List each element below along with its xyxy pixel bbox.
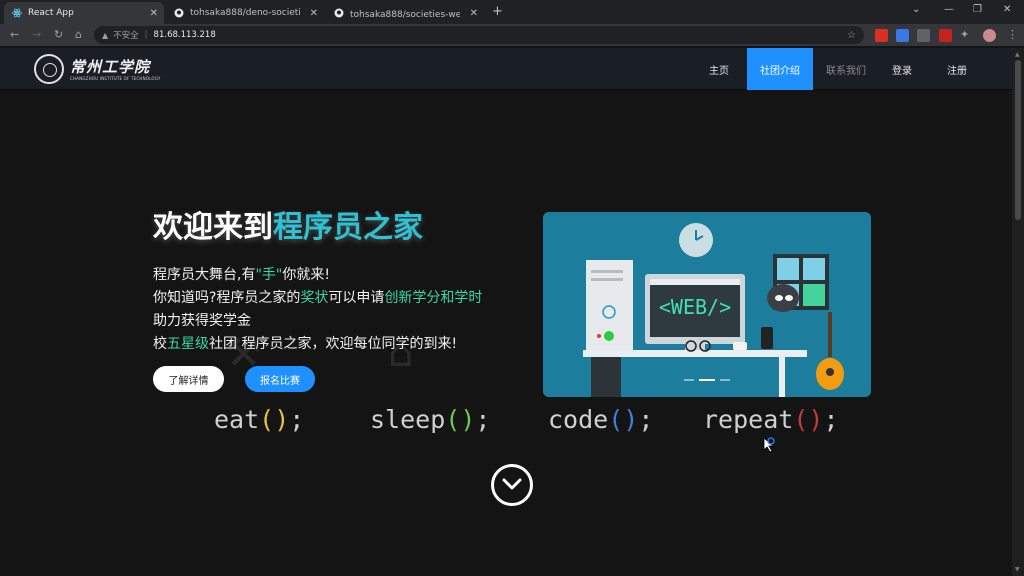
scroll-up-icon[interactable]: ▲ [1015, 51, 1020, 58]
new-tab-icon[interactable]: + [492, 4, 503, 19]
code-semicolon: ; [289, 405, 305, 434]
nav-club-intro[interactable]: 社团介绍 [747, 48, 813, 90]
carousel-dots [684, 379, 730, 381]
mouse-cursor-icon [763, 437, 775, 453]
hero-star: 五星级 [167, 336, 209, 352]
nav-register[interactable]: 注册 [925, 48, 1012, 90]
code-word: code [548, 405, 609, 434]
github-icon [334, 8, 344, 18]
code-paren-close: ) [274, 405, 290, 434]
logo-en-text: CHANGZHOU INSTITUTE OF TECHNOLOGY [70, 75, 161, 81]
extension-icon[interactable] [939, 29, 952, 42]
tab-react-app[interactable]: React App ✕ [4, 2, 164, 24]
code-word: eat [214, 405, 260, 434]
bookmark-star-icon[interactable]: ☆ [847, 30, 856, 41]
hero-title: 欢迎来到程序员之家 [153, 202, 423, 246]
carousel-dot[interactable] [720, 379, 730, 381]
close-icon[interactable]: ✕ [150, 8, 158, 19]
hero-line2-a: 你知道吗?程序员之家的 [153, 290, 301, 306]
hero-description: 程序员大舞台,有"手"你就来! 你知道吗?程序员之家的奖状可以申请创新学分和学时… [153, 264, 493, 356]
github-icon [174, 8, 184, 18]
avatar[interactable] [983, 29, 996, 42]
url-input[interactable]: ▲ 不安全 | 81.68.113.218 ☆ [94, 26, 864, 44]
forward-icon[interactable]: → [32, 28, 41, 41]
hero-line2-b: 可以申请 [328, 290, 385, 306]
extension-icon[interactable] [875, 29, 888, 42]
main-nav: 主页 社团介绍 联系我们 登录 注册 [691, 48, 1012, 90]
page-scrollbar[interactable]: ▲ ▼ [1012, 48, 1024, 576]
react-icon [12, 8, 22, 18]
code-sleep: sleep(); [370, 405, 490, 434]
translate-icon[interactable] [896, 29, 909, 42]
code-eat: eat(); [214, 405, 304, 434]
learn-more-button[interactable]: 了解详情 [153, 366, 224, 392]
code-paren-close: ) [460, 405, 476, 434]
restore-icon[interactable]: ❐ [973, 4, 982, 15]
scroll-thumb[interactable] [1015, 60, 1021, 220]
hero-credit: 创新学分和学时 [384, 290, 483, 306]
tab-github-deno[interactable]: tohsaka888/deno-societies-serve ✕ [166, 2, 324, 24]
tab-label: tohsaka888/societies-web: 程序员 [350, 9, 460, 20]
hero-line3-a: 校 [153, 336, 167, 352]
tab-search-icon[interactable]: ⌄ [912, 4, 920, 15]
monitor-web-text: <WEB/> [659, 295, 731, 319]
browser-tab-bar: React App ✕ tohsaka888/deno-societies-se… [0, 0, 1024, 24]
more-icon[interactable]: ⋮ [1007, 28, 1018, 41]
tab-label: tohsaka888/deno-societies-serve [190, 8, 300, 18]
code-code: code(); [548, 405, 653, 434]
hero-prize: 奖状 [300, 290, 329, 306]
hero-line1-b: 你就来! [282, 267, 330, 283]
nav-home[interactable]: 主页 [691, 48, 747, 90]
hero-line3-b: 社团 程序员之家，欢迎每位同学的到来! [209, 336, 458, 352]
site-logo[interactable]: 常州工学院 CHANGZHOU INSTITUTE OF TECHNOLOGY [34, 54, 160, 84]
scroll-down-icon[interactable]: ▼ [1015, 566, 1020, 573]
code-paren-open: ( [259, 405, 275, 434]
school-seal-icon [34, 54, 64, 84]
window-close-icon[interactable]: ✕ [1003, 4, 1011, 15]
code-paren-close: ) [623, 405, 639, 434]
tab-label: React App [28, 8, 74, 18]
code-word: sleep [370, 405, 446, 434]
tab-github-web[interactable]: tohsaka888/societies-web: 程序员 ✕ [326, 2, 484, 24]
hero-title-a: 欢迎来到 [153, 210, 273, 245]
chevron-down-icon [502, 478, 522, 490]
minimize-icon[interactable]: — [944, 4, 954, 15]
extension-icon[interactable] [917, 29, 930, 42]
hero-hand: 手 [261, 267, 276, 283]
code-semicolon: ; [638, 405, 654, 434]
logo-cn-text: 常州工学院 [70, 57, 151, 76]
hero-carousel-image[interactable]: <WEB/> [543, 212, 871, 397]
hero-line2-c: 助力获得奖学金 [153, 313, 251, 329]
url-text[interactable]: 81.68.113.218 [154, 30, 216, 40]
separator: | [144, 30, 148, 40]
code-word: repeat [703, 405, 794, 434]
code-semicolon: ; [475, 405, 491, 434]
hero-title-b: 程序员之家 [273, 210, 423, 245]
code-repeat: repeat(); [703, 405, 839, 434]
code-paren-open: ( [445, 405, 461, 434]
security-label[interactable]: 不安全 [113, 29, 139, 41]
scroll-down-button[interactable] [491, 464, 533, 506]
reload-icon[interactable]: ↻ [54, 28, 63, 41]
back-icon[interactable]: ← [10, 28, 19, 41]
close-icon[interactable]: ✕ [470, 8, 478, 19]
code-paren-open: ( [608, 405, 624, 434]
close-icon[interactable]: ✕ [310, 8, 318, 19]
nav-contact[interactable]: 联系我们 [813, 48, 879, 90]
carousel-dot[interactable] [684, 379, 694, 381]
hero-line1-a: 程序员大舞台,有 [153, 267, 256, 283]
carousel-dot-active[interactable] [699, 379, 715, 381]
site-header: 常州工学院 CHANGZHOU INSTITUTE OF TECHNOLOGY … [0, 48, 1012, 90]
address-bar: ← → ↻ ⌂ ▲ 不安全 | 81.68.113.218 ☆ ✦ ⋮ [0, 24, 1024, 46]
code-paren-open: ( [793, 405, 809, 434]
signup-contest-button[interactable]: 报名比赛 [245, 366, 315, 392]
puzzle-icon[interactable]: ✦ [960, 28, 969, 41]
code-paren-close: ) [808, 405, 824, 434]
nav-login[interactable]: 登录 [879, 48, 925, 90]
code-semicolon: ; [823, 405, 839, 434]
developer-desk-illustration: <WEB/> [543, 212, 871, 397]
home-icon[interactable]: ⌂ [75, 28, 82, 41]
warning-icon[interactable]: ▲ [102, 31, 108, 40]
